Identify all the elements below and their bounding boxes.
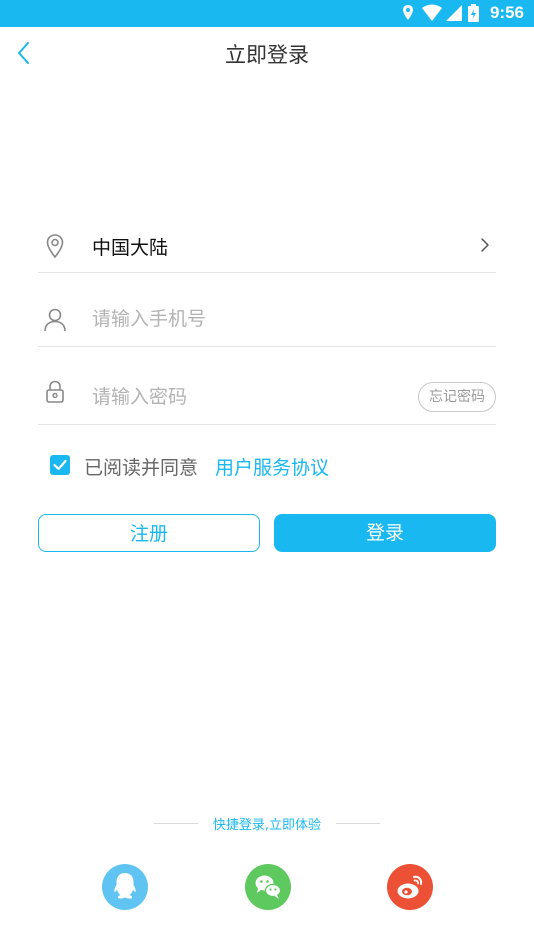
wifi-icon [422,4,442,21]
user-icon [44,308,66,332]
agreement-checkbox[interactable] [50,455,70,475]
phone-input[interactable] [92,308,392,330]
password-input[interactable] [92,386,392,408]
battery-icon [468,4,479,22]
weibo-icon [397,875,423,899]
page-title: 立即登录 [225,43,309,67]
signal-icon [446,5,462,21]
qq-login-button[interactable] [102,864,148,910]
status-time: 9:56 [489,3,524,22]
login-button[interactable]: 登录 [274,514,496,552]
password-row: 忘记密码 [38,370,496,425]
location-pin-icon [46,234,64,259]
location-icon [403,5,413,20]
phone-row [38,296,496,347]
top-bar: 立即登录 [0,27,534,79]
register-button[interactable]: 注册 [38,514,260,552]
lock-icon [46,380,64,403]
weibo-login-button[interactable] [387,864,433,910]
chevron-right-icon [481,238,489,252]
agreement-text: 已阅读并同意 [84,457,199,479]
user-agreement-link[interactable]: 用户服务协议 [215,453,329,480]
wechat-login-button[interactable] [245,864,291,910]
status-bar: 9:56 [0,0,534,27]
check-icon [53,459,67,471]
qq-icon [114,873,136,899]
divider-line-right [336,823,380,824]
forgot-password-button[interactable]: 忘记密码 [418,382,496,412]
region-value: 中国大陆 [92,237,169,259]
wechat-icon [255,875,282,899]
quick-login-divider: 快捷登录,立即体验 [0,812,534,836]
quick-login-label: 快捷登录,立即体验 [212,818,322,833]
region-selector[interactable]: 中国大陆 [38,220,496,273]
